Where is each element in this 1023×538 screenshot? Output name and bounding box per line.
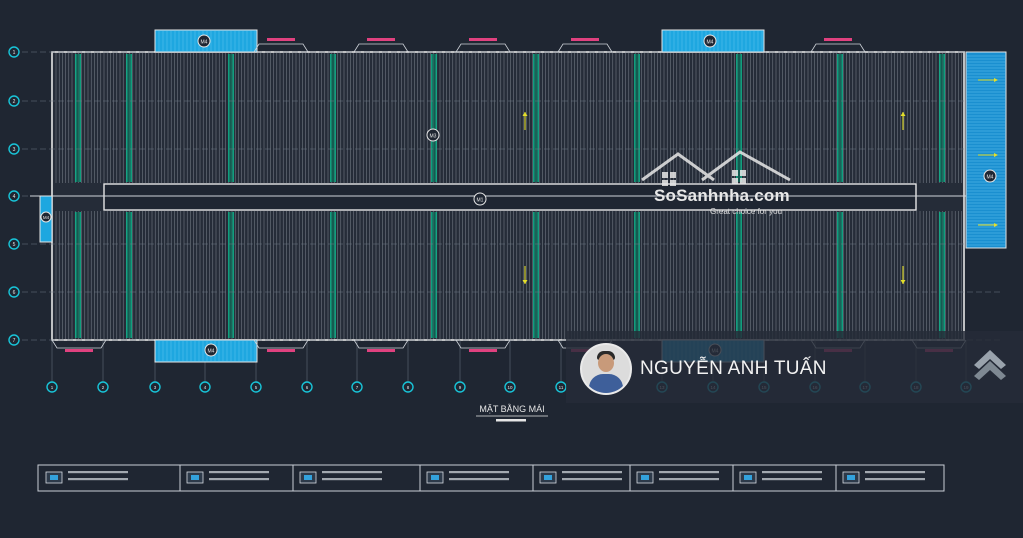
roof-plan-drawing: M3 M1 M4 M4 M4 M4 M4 M4 1234567 12345678… xyxy=(8,29,1007,492)
column-axis-label: 10 xyxy=(507,385,513,390)
drawing-title: MẶT BẰNG MÁI xyxy=(479,404,544,414)
left-tag-text: M4 xyxy=(43,215,50,220)
row-axis-label: 7 xyxy=(13,338,16,344)
right-skylight xyxy=(965,51,1007,249)
row-axis-label: 5 xyxy=(13,242,16,248)
tag-bubble-center: M3 xyxy=(426,128,440,142)
tag-bubble-right: M4 xyxy=(983,169,997,183)
center-tag-text: M3 xyxy=(430,134,437,140)
row-axis-markers: 1 2 3 4 5 6 7 xyxy=(8,46,20,346)
tag-bubble-top-left: M4 xyxy=(197,34,211,48)
tag-bubble-left: M4 xyxy=(40,211,52,223)
row-axis-label: 4 xyxy=(13,194,16,200)
row-axis-label: 1 xyxy=(13,50,16,56)
bottom-left-tag-text: M4 xyxy=(208,349,215,355)
avatar[interactable] xyxy=(580,343,632,395)
row-axis-label: 2 xyxy=(13,99,16,105)
title-bar xyxy=(496,419,526,422)
legend-cells xyxy=(45,465,925,491)
tag-bubble-top-right: M4 xyxy=(703,34,717,48)
right-tag-text: M4 xyxy=(987,175,994,181)
row-axis-label: 6 xyxy=(13,290,16,296)
watermark-brand: SoSanhnha.com xyxy=(654,186,790,205)
watermark-slogan: Great choice for you xyxy=(710,207,783,216)
column-axis-label: 11 xyxy=(559,385,564,390)
top-right-tag-text: M4 xyxy=(707,40,714,46)
ridge-tag-text: M1 xyxy=(477,198,484,204)
row-axis-label: 3 xyxy=(13,147,16,153)
top-left-tag-text: M4 xyxy=(201,40,208,46)
tag-bubble-ridge: M1 xyxy=(473,192,487,206)
stacked-chevron-logo-icon[interactable] xyxy=(970,347,1010,387)
tag-bubble-bottom-left: M4 xyxy=(204,343,218,357)
author-name[interactable]: NGUYỄN ANH TUẤN xyxy=(640,358,827,380)
